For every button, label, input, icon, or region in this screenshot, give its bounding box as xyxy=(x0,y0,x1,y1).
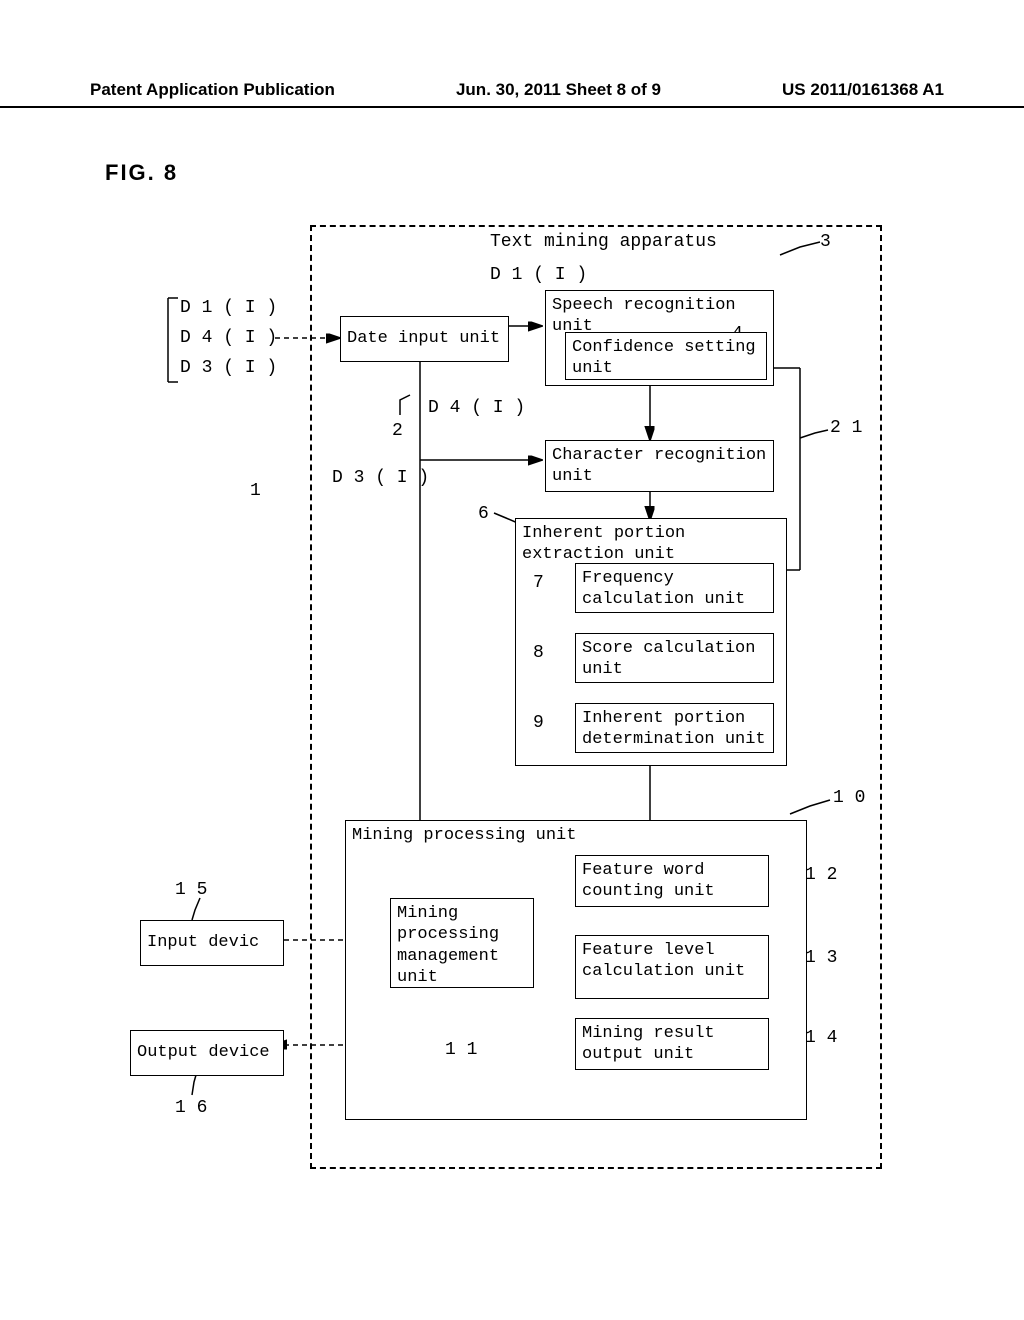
ref-10: 1 0 xyxy=(833,788,865,808)
signal-d1: D 1 ( I ) xyxy=(490,265,587,285)
feature-level-label: Feature level calculation unit xyxy=(582,941,745,981)
character-recognition-unit: Character recognition unit xyxy=(545,440,774,492)
page-header: Patent Application Publication Jun. 30, … xyxy=(0,80,1024,108)
ref-16: 1 6 xyxy=(175,1098,207,1118)
confidence-setting-unit: Confidence setting unit xyxy=(565,332,767,380)
inherent-portion-determination-unit: Inherent portion determination unit xyxy=(575,703,774,753)
output-device: Output device xyxy=(130,1030,284,1076)
input-d3: D 3 ( I ) xyxy=(180,358,277,378)
date-input-unit: Date input unit xyxy=(340,316,509,362)
mining-result-label: Mining result output unit xyxy=(582,1024,715,1064)
ref-11: 1 1 xyxy=(445,1040,477,1060)
ref-9: 9 xyxy=(533,713,544,733)
input-d1: D 1 ( I ) xyxy=(180,298,277,318)
ref-12: 1 2 xyxy=(805,865,837,885)
ref-8: 8 xyxy=(533,643,544,663)
ref-6: 6 xyxy=(478,504,489,524)
score-calculation-unit: Score calculation unit xyxy=(575,633,774,683)
ref-7: 7 xyxy=(533,573,544,593)
feature-word-counting-unit: Feature word counting unit xyxy=(575,855,769,907)
header-left: Patent Application Publication xyxy=(90,80,335,100)
signal-d3: D 3 ( I ) xyxy=(332,468,429,488)
header-right: US 2011/0161368 A1 xyxy=(782,80,944,100)
inherent-ext-label: Inherent portion extraction unit xyxy=(522,523,780,566)
mining-proc-label: Mining processing unit xyxy=(352,825,800,846)
signal-d4: D 4 ( I ) xyxy=(428,398,525,418)
diagram-area: D 1 ( I ) D 4 ( I ) D 3 ( I ) 2 1 xyxy=(120,220,920,1210)
input-device: Input devic xyxy=(140,920,284,966)
input-d4: D 4 ( I ) xyxy=(180,328,277,348)
freq-calc-label: Frequency calculation unit xyxy=(582,569,745,609)
apparatus-title: Text mining apparatus xyxy=(490,232,717,252)
date-input-label: Date input unit xyxy=(347,328,500,349)
ref-15: 1 5 xyxy=(175,880,207,900)
output-device-label: Output device xyxy=(137,1042,270,1063)
inherent-det-label: Inherent portion determination unit xyxy=(582,709,766,749)
mining-processing-management-unit: Mining processing management unit xyxy=(390,898,534,988)
header-center: Jun. 30, 2011 Sheet 8 of 9 xyxy=(456,80,661,100)
frequency-calculation-unit: Frequency calculation unit xyxy=(575,563,774,613)
ref-14: 1 4 xyxy=(805,1028,837,1048)
score-calc-label: Score calculation unit xyxy=(582,639,755,679)
ref-21: 2 1 xyxy=(830,418,862,438)
feature-word-label: Feature word counting unit xyxy=(582,861,715,901)
confidence-label: Confidence setting unit xyxy=(572,338,756,378)
mining-mgmt-label: Mining processing management unit xyxy=(397,904,499,987)
figure-label: FIG. 8 xyxy=(105,160,178,186)
input-device-label: Input devic xyxy=(147,932,259,953)
ref-13: 1 3 xyxy=(805,948,837,968)
svg-text:1: 1 xyxy=(250,481,261,501)
feature-level-calculation-unit: Feature level calculation unit xyxy=(575,935,769,999)
char-rec-label: Character recognition unit xyxy=(552,446,766,486)
ref-3: 3 xyxy=(820,232,831,252)
mining-result-output-unit: Mining result output unit xyxy=(575,1018,769,1070)
